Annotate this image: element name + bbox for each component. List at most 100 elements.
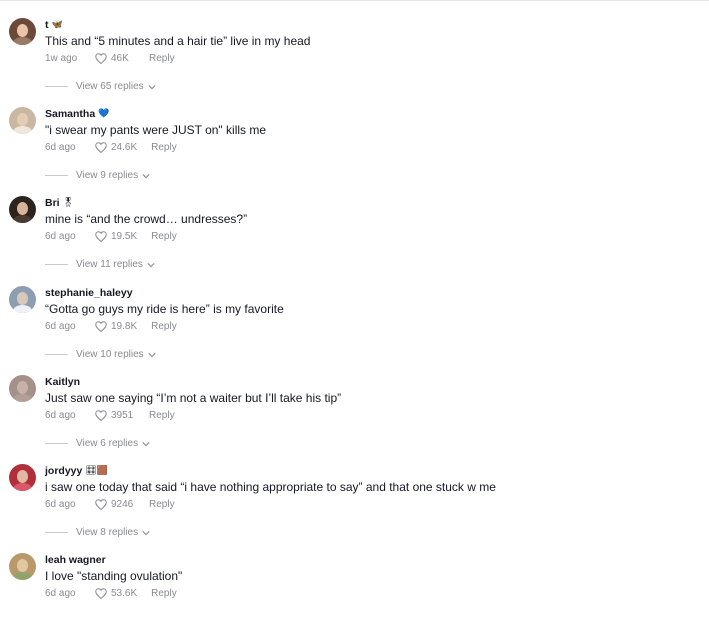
avatar-body xyxy=(13,215,32,223)
heart-icon xyxy=(95,499,107,510)
comment-meta: 1w ago 46K Reply xyxy=(45,53,175,64)
username-badge: 🎖 xyxy=(62,197,75,207)
comment-text: i saw one today that said “i have nothin… xyxy=(45,480,496,494)
heart-icon xyxy=(95,321,107,332)
comment-item: Bri 🎖 mine is “and the crowd… undresses?”… xyxy=(0,196,709,285)
view-replies-button[interactable]: View 9 replies xyxy=(45,170,150,181)
comment-username[interactable]: leah wagner xyxy=(45,554,109,566)
avatar[interactable] xyxy=(9,375,36,402)
comment-username[interactable]: t 🦋 xyxy=(45,19,63,31)
avatar-body xyxy=(13,37,32,45)
like-button[interactable]: 19.8K xyxy=(95,321,151,332)
like-count: 53.6K xyxy=(111,588,138,599)
comment-item: t 🦋 This and “5 minutes and a hair tie” l… xyxy=(0,18,709,107)
reply-button[interactable]: Reply xyxy=(149,53,175,64)
avatar-face xyxy=(17,292,28,305)
comment-time: 6d ago xyxy=(45,499,76,510)
view-replies-label: View 10 replies xyxy=(76,349,144,360)
replies-divider xyxy=(45,443,68,444)
comment-text: “Gotta go guys my ride is here” is my fa… xyxy=(45,302,284,316)
chevron-down-icon xyxy=(148,84,156,89)
comment-username[interactable]: jordyyy 🎛🟫 xyxy=(45,465,108,477)
replies-divider xyxy=(45,264,68,265)
view-replies-button[interactable]: View 8 replies xyxy=(45,527,150,538)
heart-icon xyxy=(95,53,107,64)
view-replies-button[interactable]: View 11 replies xyxy=(45,259,155,270)
view-replies-button[interactable]: View 65 replies xyxy=(45,81,156,92)
comment-item: jordyyy 🎛🟫 i saw one today that said “i h… xyxy=(0,464,709,553)
avatar-body xyxy=(13,305,32,313)
avatar-face xyxy=(17,202,28,215)
avatar[interactable] xyxy=(9,196,36,223)
comment-meta: 6d ago 19.8K Reply xyxy=(45,321,177,332)
like-button[interactable]: 53.6K xyxy=(95,588,151,599)
comment-meta: 6d ago 19.5K Reply xyxy=(45,231,177,242)
view-replies-button[interactable]: View 6 replies xyxy=(45,438,150,449)
comment-time: 6d ago xyxy=(45,321,76,332)
comment-meta: 6d ago 24.6K Reply xyxy=(45,142,177,153)
comment-item: Samantha 💙 "i swear my pants were JUST on… xyxy=(0,107,709,196)
comment-username[interactable]: Kaitlyn xyxy=(45,376,83,388)
heart-icon xyxy=(95,142,107,153)
comment-text: I love "standing ovulation" xyxy=(45,569,183,583)
like-count: 19.5K xyxy=(111,231,138,242)
view-replies-label: View 9 replies xyxy=(76,170,139,181)
view-replies-label: View 65 replies xyxy=(76,81,144,92)
chevron-down-icon xyxy=(148,352,156,357)
like-count: 3951 xyxy=(111,410,134,421)
comment-time: 1w ago xyxy=(45,53,78,64)
like-count: 46K xyxy=(111,53,129,64)
avatar-body xyxy=(13,572,32,580)
reply-button[interactable]: Reply xyxy=(149,410,175,421)
avatar-face xyxy=(17,381,28,394)
comment-item: stephanie_haleyy “Gotta go guys my ride … xyxy=(0,286,709,375)
view-replies-button[interactable]: View 10 replies xyxy=(45,349,156,360)
comment-text: This and “5 minutes and a hair tie” live… xyxy=(45,34,311,48)
replies-divider xyxy=(45,86,68,87)
top-divider xyxy=(0,0,709,1)
chevron-down-icon xyxy=(147,262,155,267)
avatar[interactable] xyxy=(9,464,36,491)
reply-button[interactable]: Reply xyxy=(151,588,177,599)
avatar-face xyxy=(17,113,28,126)
avatar[interactable] xyxy=(9,107,36,134)
replies-divider xyxy=(45,175,68,176)
comment-time: 6d ago xyxy=(45,142,76,153)
avatar[interactable] xyxy=(9,286,36,313)
chevron-down-icon xyxy=(142,173,150,178)
comment-item: leah wagner I love "standing ovulation" … xyxy=(0,553,709,642)
comment-username[interactable]: Samantha 💙 xyxy=(45,108,109,120)
like-button[interactable]: 46K xyxy=(95,53,149,64)
chevron-down-icon xyxy=(142,530,150,535)
username-badge: 🦋 xyxy=(51,19,63,29)
view-replies-label: View 8 replies xyxy=(76,527,139,538)
comment-text: mine is “and the crowd… undresses?” xyxy=(45,212,248,226)
comment-text: "i swear my pants were JUST on" kills me xyxy=(45,123,267,137)
like-button[interactable]: 24.6K xyxy=(95,142,151,153)
comment-username[interactable]: stephanie_haleyy xyxy=(45,287,136,299)
heart-icon xyxy=(95,231,107,242)
reply-button[interactable]: Reply xyxy=(151,142,177,153)
view-replies-label: View 6 replies xyxy=(76,438,139,449)
avatar-body xyxy=(13,483,32,491)
comment-time: 6d ago xyxy=(45,588,76,599)
like-button[interactable]: 19.5K xyxy=(95,231,151,242)
avatar-face xyxy=(17,24,28,37)
like-button[interactable]: 9246 xyxy=(95,499,149,510)
avatar-body xyxy=(13,394,32,402)
reply-button[interactable]: Reply xyxy=(151,231,177,242)
avatar[interactable] xyxy=(9,18,36,45)
reply-button[interactable]: Reply xyxy=(151,321,177,332)
avatar-face xyxy=(17,470,28,483)
comment-meta: 6d ago 53.6K Reply xyxy=(45,588,177,599)
comment-time: 6d ago xyxy=(45,410,76,421)
comment-item: Kaitlyn Just saw one saying “I’m not a w… xyxy=(0,375,709,464)
avatar[interactable] xyxy=(9,553,36,580)
username-badge: 🎛🟫 xyxy=(85,465,108,475)
replies-divider xyxy=(45,354,68,355)
like-count: 19.8K xyxy=(111,321,138,332)
like-button[interactable]: 3951 xyxy=(95,410,149,421)
comment-username[interactable]: Bri 🎖 xyxy=(45,197,74,209)
comment-text: Just saw one saying “I’m not a waiter bu… xyxy=(45,391,342,405)
reply-button[interactable]: Reply xyxy=(149,499,175,510)
